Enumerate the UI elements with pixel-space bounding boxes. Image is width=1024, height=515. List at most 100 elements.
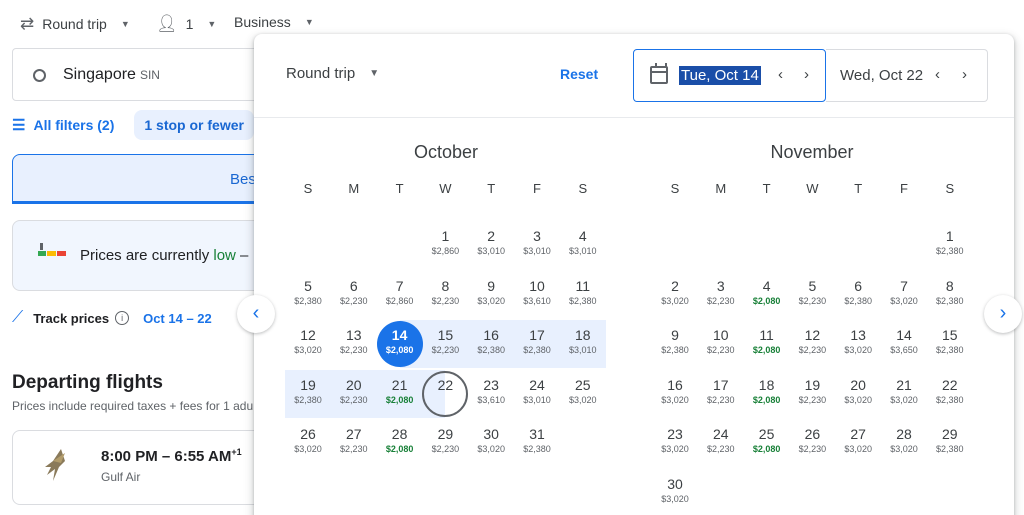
day-number: 10	[713, 327, 729, 343]
day-cell[interactable]: 24 $2,230	[698, 420, 744, 466]
day-cell[interactable]: 27 $3,020	[835, 420, 881, 466]
day-cell[interactable]: 13 $2,230	[331, 321, 377, 367]
day-price: $3,610	[523, 295, 551, 306]
day-cell[interactable]: 16 $3,020	[652, 371, 698, 417]
day-cell[interactable]: 22 $2,380	[927, 371, 973, 417]
day-cell[interactable]: 31 $2,380	[514, 420, 560, 466]
day-cell[interactable]: 7 $2,860	[377, 272, 423, 318]
day-cell-selected-departure[interactable]: 14 $2,080	[376, 321, 423, 367]
date-picker-dialog: Round trip ▼ Reset Tue, Oct 14 ‹ › Wed, …	[254, 34, 1014, 515]
day-cell[interactable]: 2 $3,010	[468, 222, 514, 268]
day-cell[interactable]: 26 $3,020	[285, 420, 331, 466]
departure-date-field[interactable]: Tue, Oct 14 ‹ ›	[633, 49, 826, 102]
sliders-icon: ☰	[12, 117, 26, 134]
cabin-select[interactable]: Business ▼	[234, 14, 314, 30]
trend-line-icon: ⟋	[12, 309, 24, 326]
prev-day-button[interactable]: ‹	[935, 66, 940, 83]
day-cell[interactable]: 17 $2,380	[514, 321, 560, 367]
day-cell[interactable]: 8 $2,380	[927, 272, 973, 318]
day-price: $2,230	[431, 345, 460, 355]
all-filters-button[interactable]: ☰ All filters (2)	[12, 112, 114, 138]
day-cell[interactable]: 15 $2,380	[927, 321, 973, 367]
day-cell[interactable]: 30 $3,020	[652, 470, 698, 515]
day-cell[interactable]: 18 $2,080	[744, 371, 790, 417]
day-number: 9	[671, 327, 679, 343]
day-cell-selected-return[interactable]: 22	[422, 370, 469, 417]
day-cell[interactable]: 19 $2,380	[285, 371, 331, 417]
day-cell[interactable]: 6 $2,380	[835, 272, 881, 318]
weekday-header: T	[487, 181, 496, 196]
day-cell[interactable]: 4 $2,080	[744, 272, 790, 318]
day-price: $2,380	[477, 345, 505, 355]
prev-month-button[interactable]: ‹	[237, 295, 275, 333]
trip-type-label: Round trip	[42, 16, 107, 32]
origin-city: Singapore	[63, 66, 136, 83]
day-number: 3	[716, 277, 725, 294]
day-cell[interactable]: 29 $2,380	[927, 420, 973, 466]
passengers-select[interactable]: 👤︎ 1 ▼	[156, 14, 216, 34]
day-cell[interactable]: 2 $3,020	[652, 272, 698, 318]
day-cell[interactable]: 7 $3,020	[881, 272, 927, 318]
day-cell[interactable]: 1 $2,860	[422, 222, 468, 268]
info-icon[interactable]: i	[115, 311, 130, 325]
day-cell[interactable]: 11 $2,380	[560, 272, 606, 318]
day-cell[interactable]: 21 $3,020	[881, 371, 927, 417]
day-price: $2,230	[340, 394, 368, 405]
day-price: $2,860	[431, 246, 460, 256]
stops-filter-chip[interactable]: 1 stop or fewer	[134, 110, 254, 140]
reset-button[interactable]: Reset	[560, 66, 598, 82]
day-cell[interactable]: 23 $3,610	[468, 371, 514, 417]
day-cell[interactable]: 4 $3,010	[560, 222, 606, 268]
day-cell[interactable]: 29 $2,230	[422, 420, 468, 466]
day-cell[interactable]: 19 $2,230	[789, 371, 835, 417]
day-cell[interactable]: 10 $3,610	[514, 272, 560, 318]
day-number: 21	[896, 376, 912, 393]
day-cell[interactable]: 14 $3,650	[881, 321, 927, 367]
day-cell[interactable]: 3 $2,230	[698, 272, 744, 318]
day-price: $2,380	[523, 444, 551, 454]
day-cell[interactable]: 28 $2,080	[377, 420, 423, 466]
day-cell[interactable]: 24 $3,010	[514, 371, 560, 417]
next-month-button[interactable]: ›	[984, 295, 1022, 333]
day-cell[interactable]: 26 $2,230	[789, 420, 835, 466]
day-cell[interactable]: 9 $3,020	[468, 272, 514, 318]
day-cell[interactable]: 20 $2,230	[331, 371, 377, 417]
day-cell[interactable]: 21 $2,080	[377, 371, 423, 417]
day-cell[interactable]: 16 $2,380	[468, 321, 514, 367]
day-cell[interactable]: 18 $3,010	[560, 321, 606, 367]
day-cell[interactable]: 12 $3,020	[285, 321, 331, 367]
day-cell[interactable]: 15 $2,230	[422, 321, 468, 367]
day-cell[interactable]: 25 $3,020	[560, 371, 606, 417]
day-price: $3,010	[569, 246, 597, 256]
day-cell[interactable]: 20 $3,020	[835, 371, 881, 417]
day-cell[interactable]: 11 $2,080	[744, 321, 790, 367]
day-number: 11	[759, 327, 774, 343]
sort-tab-label: Bes	[230, 171, 256, 188]
day-cell[interactable]: 1 $2,380	[927, 222, 973, 268]
day-cell[interactable]: 12 $2,230	[789, 321, 835, 367]
day-cell[interactable]: 5 $2,380	[285, 272, 331, 318]
picker-trip-type-select[interactable]: Round trip ▼	[286, 65, 379, 82]
day-cell[interactable]: 9 $2,380	[652, 321, 698, 367]
trip-type-select[interactable]: ⇄ Round trip ▼	[20, 14, 130, 34]
day-cell[interactable]: 6 $2,230	[331, 272, 377, 318]
next-day-button[interactable]: ›	[804, 66, 809, 83]
day-cell[interactable]: 8 $2,230	[422, 272, 468, 318]
next-day-button[interactable]: ›	[962, 66, 967, 83]
return-date-field[interactable]: Wed, Oct 22 ‹ ›	[826, 49, 988, 102]
day-cell[interactable]: 10 $2,230	[698, 321, 744, 367]
date-picker-header: Round trip ▼ Reset Tue, Oct 14 ‹ › Wed, …	[254, 34, 1014, 118]
day-cell[interactable]: 30 $3,020	[468, 420, 514, 466]
day-price: $2,230	[431, 444, 460, 454]
prev-day-button[interactable]: ‹	[778, 66, 783, 83]
day-cell[interactable]: 23 $3,020	[652, 420, 698, 466]
day-cell[interactable]: 28 $3,020	[881, 420, 927, 466]
day-cell[interactable]: 25 $2,080	[744, 420, 790, 466]
origin-input[interactable]: Singapore SIN	[12, 48, 292, 101]
day-price: $3,610	[477, 394, 505, 405]
day-cell[interactable]: 13 $3,020	[835, 321, 881, 367]
day-cell[interactable]: 3 $3,010	[514, 222, 560, 268]
day-cell[interactable]: 5 $2,230	[789, 272, 835, 318]
day-cell[interactable]: 17 $2,230	[698, 371, 744, 417]
day-cell[interactable]: 27 $2,230	[331, 420, 377, 466]
